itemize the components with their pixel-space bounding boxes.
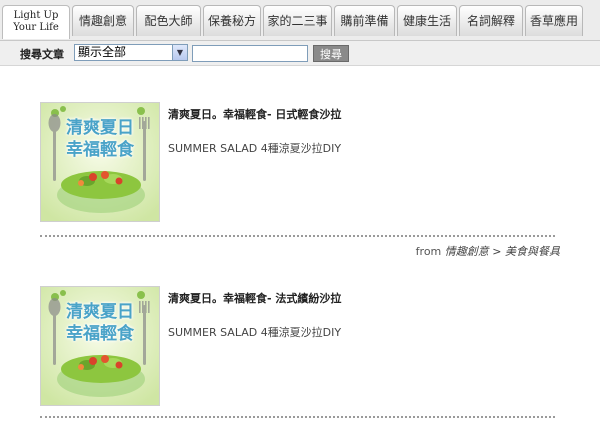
- source-category-link[interactable]: 情趣創意: [445, 245, 489, 258]
- from-prefix: from: [415, 245, 442, 258]
- article-subtitle: SUMMER SALAD 4種涼夏沙拉DIY: [168, 142, 342, 155]
- tab-item[interactable]: 情趣創意: [72, 5, 134, 36]
- article-source: from 情趣創意 > 美食與餐具: [416, 243, 560, 259]
- tab-item[interactable]: 家的二三事: [263, 5, 332, 36]
- article-subtitle: SUMMER SALAD 4種涼夏沙拉DIY: [168, 326, 342, 339]
- search-label: 搜尋文章: [20, 48, 64, 61]
- article-thumbnail[interactable]: 清爽夏日 幸福輕食: [40, 102, 160, 222]
- tab-item[interactable]: 配色大師: [136, 5, 201, 36]
- logo-line-1: Light Up: [13, 10, 59, 21]
- search-bar: 搜尋文章 顯示全部 ▼ 搜尋: [0, 41, 600, 66]
- dotted-divider: [40, 416, 555, 418]
- thumbnail-text-line-1: 清爽夏日: [66, 118, 134, 138]
- thumbnail-text-line-2: 幸福輕食: [66, 324, 134, 344]
- article-title[interactable]: 清爽夏日。幸福輕食- 日式輕食沙拉: [168, 106, 341, 122]
- site-logo-tab[interactable]: Light Up Your Life: [2, 5, 70, 39]
- tab-item[interactable]: 健康生活: [397, 5, 457, 36]
- thumbnail-text-line-1: 清爽夏日: [66, 302, 134, 322]
- thumbnail-text-line-2: 幸福輕食: [66, 140, 134, 160]
- category-selected-value: 顯示全部: [78, 45, 127, 59]
- article-title[interactable]: 清爽夏日。幸福輕食- 法式繽紛沙拉: [168, 290, 341, 306]
- breadcrumb-separator: >: [492, 245, 502, 258]
- top-nav-bar: Light Up Your Life 情趣創意 配色大師 保養秘方 家的二三事 …: [0, 0, 600, 41]
- logo-line-2: Your Life: [13, 22, 59, 33]
- source-subcategory-link[interactable]: 美食與餐具: [505, 245, 560, 258]
- search-button[interactable]: 搜尋: [313, 45, 349, 62]
- tab-item[interactable]: 名詞解釋: [459, 5, 523, 36]
- tab-item[interactable]: 保養秘方: [203, 5, 261, 36]
- tab-item[interactable]: 購前準備: [334, 5, 395, 36]
- category-select[interactable]: 顯示全部 ▼: [74, 44, 188, 61]
- dotted-divider: [40, 235, 555, 237]
- article-item: 清爽夏日 幸福輕食 清爽夏日。幸福輕食- 法式繽紛沙拉 SUMMER SALAD…: [40, 286, 560, 424]
- tab-item[interactable]: 香草應用: [525, 5, 583, 36]
- article-item: 清爽夏日 幸福輕食 清爽夏日。幸福輕食- 日式輕食沙拉 SUMMER SALAD…: [40, 102, 560, 262]
- article-thumbnail[interactable]: 清爽夏日 幸福輕食: [40, 286, 160, 406]
- search-input[interactable]: [192, 45, 308, 62]
- chevron-down-icon[interactable]: ▼: [172, 45, 187, 60]
